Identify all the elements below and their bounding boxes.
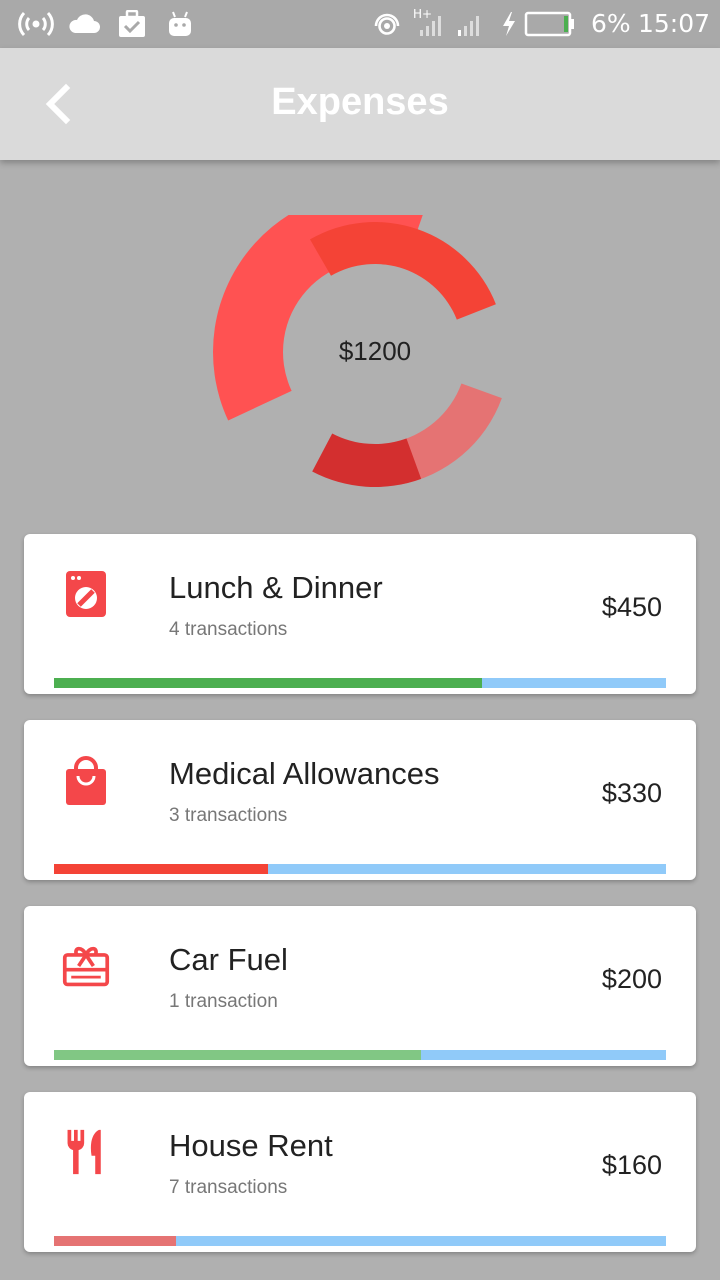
svg-text:H+: H+ xyxy=(413,7,432,21)
expense-progress-bar xyxy=(54,864,666,874)
shopping-bag-icon xyxy=(66,756,106,805)
clock: 15:07 xyxy=(638,9,711,38)
donut-slice-1 xyxy=(310,222,496,320)
expense-progress-fill xyxy=(54,1050,422,1060)
charging-icon xyxy=(503,12,515,36)
expense-progress-fill xyxy=(54,678,483,688)
expense-card-house-rent[interactable]: House Rent 7 transactions $160 xyxy=(24,1092,696,1252)
expense-title: Lunch & Dinner xyxy=(169,570,383,605)
expense-title: Medical Allowances xyxy=(169,756,440,791)
expense-transactions: 4 transactions xyxy=(169,619,288,640)
expense-transactions: 3 transactions xyxy=(169,805,288,826)
expense-card-medical[interactable]: Medical Allowances 3 transactions $330 xyxy=(24,720,696,880)
wifi-icon xyxy=(374,13,400,35)
expense-title: House Rent xyxy=(169,1128,333,1163)
hotspot-icon xyxy=(18,11,54,37)
battery-icon xyxy=(524,11,574,37)
task-icon xyxy=(119,10,145,37)
expense-transactions: 7 transactions xyxy=(169,1177,288,1198)
expense-title: Car Fuel xyxy=(169,942,288,977)
expense-amount: $450 xyxy=(601,592,662,622)
expense-card-car-fuel[interactable]: Car Fuel 1 transaction $200 xyxy=(24,906,696,1066)
washing-machine-icon xyxy=(66,571,106,617)
donut-slice-3 xyxy=(312,433,422,487)
page-title: Expenses xyxy=(271,81,449,123)
android-icon xyxy=(169,11,191,36)
expense-amount: $200 xyxy=(601,964,662,994)
app-bar: Expenses xyxy=(0,48,720,160)
status-bar: H+ 6% 15:07 xyxy=(0,0,720,48)
battery-percent: 6% xyxy=(591,9,631,38)
expense-progress-bar xyxy=(54,1236,666,1246)
expense-progress-fill xyxy=(54,1236,177,1246)
expense-progress-fill xyxy=(54,864,269,874)
expense-progress-bar xyxy=(54,678,666,688)
signal-icon: H+ xyxy=(413,7,479,36)
total-amount: $1200 xyxy=(338,336,412,366)
restaurant-icon xyxy=(67,1129,101,1175)
expense-amount: $330 xyxy=(601,778,662,808)
expense-card-lunch-dinner[interactable]: Lunch & Dinner 4 transactions $450 xyxy=(24,534,696,694)
expense-transactions: 1 transaction xyxy=(169,991,278,1012)
expense-progress-bar xyxy=(54,1050,666,1060)
cloud-icon xyxy=(69,14,100,33)
expense-amount: $160 xyxy=(601,1150,662,1180)
gift-card-icon xyxy=(62,946,110,987)
